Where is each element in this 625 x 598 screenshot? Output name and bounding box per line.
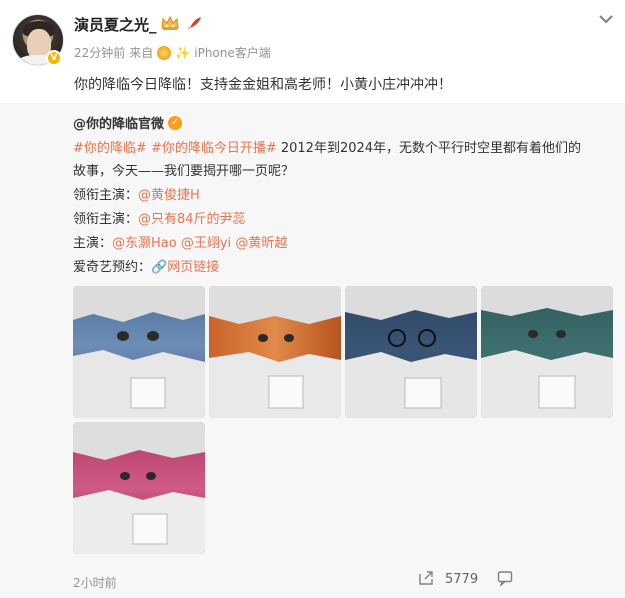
chevron-down-icon[interactable] <box>597 12 615 26</box>
share-count: 5779 <box>445 572 479 587</box>
cast-line: 主演：@东灏Hao @王翊yi @黄昕越 <box>73 232 287 251</box>
cast-label: 主演： <box>73 236 113 251</box>
paper-overlay <box>209 286 341 418</box>
repost-block[interactable]: @你的降临官微 ✓ #你的降临# #你的降临今日开播# 2012年到2024年，… <box>0 103 625 598</box>
mention-cast-1[interactable]: @东灏Hao <box>112 236 177 251</box>
paper-overlay <box>73 286 205 418</box>
iqiyi-line: 爱奇艺预约：🔗网页链接 <box>73 256 219 275</box>
crown-icon <box>161 15 179 30</box>
poster-image-3[interactable] <box>345 286 477 418</box>
poster-image-2[interactable] <box>209 286 341 418</box>
web-link[interactable]: 网页链接 <box>167 260 219 275</box>
repost-author-name[interactable]: @你的降临官微 <box>73 113 164 132</box>
verified-badge-icon: V <box>46 50 62 66</box>
mention-lead-2[interactable]: @只有84斤的尹蕊 <box>138 212 246 227</box>
comment-icon[interactable] <box>497 570 513 586</box>
paper-overlay <box>481 286 613 418</box>
post-time[interactable]: 22分钟前 <box>74 44 125 61</box>
verified-v-icon: ✓ <box>168 115 183 130</box>
mention-cast-3[interactable]: @黄昕越 <box>235 236 287 251</box>
poster-image-1[interactable] <box>73 286 205 418</box>
sparkle-icon: ✨ <box>175 45 191 60</box>
lead-actor-line-1: 领衔主演：@黄俊捷H <box>73 184 200 203</box>
repost-line-1: #你的降临# #你的降临今日开播# 2012年到2024年，无数个平行时空里都有… <box>73 137 581 156</box>
post-source: iPhone客户端 <box>194 46 271 60</box>
link-icon: 🔗 <box>151 260 168 275</box>
mention-cast-2[interactable]: @王翊yi <box>181 236 231 251</box>
repost-line-2: 故事，今天——我们要揭开哪一页呢？ <box>73 164 295 179</box>
username[interactable]: 演员夏之光_ <box>74 14 157 35</box>
iqiyi-label: 爱奇艺预约： <box>73 260 152 275</box>
source-prefix: 来自 <box>129 46 154 60</box>
post-meta: 22分钟前 来自 ✨ iPhone客户端 <box>74 44 271 61</box>
poster-image-4[interactable] <box>481 286 613 418</box>
repost-author: @你的降临官微 ✓ <box>73 113 183 132</box>
hashtag-2[interactable]: #你的降临今日开播# <box>151 141 277 156</box>
mention-lead-1[interactable]: @黄俊捷H <box>138 188 200 203</box>
lead-label-1: 领衔主演： <box>73 188 139 203</box>
lead-actor-line-2: 领衔主演：@只有84斤的尹蕊 <box>73 208 246 227</box>
hashtag-1[interactable]: #你的降临# <box>73 141 147 156</box>
poster-image-5[interactable] <box>73 422 205 554</box>
repost-line-1-text: 2012年到2024年，无数个平行时空里都有着他们的 <box>276 141 582 156</box>
source-badge-icon <box>157 45 172 60</box>
post-text: 你的降临今日降临！支持金金姐和高老师！小黄小庄冲冲冲！ <box>74 77 452 93</box>
share-icon[interactable] <box>418 570 434 586</box>
lead-label-2: 领衔主演： <box>73 212 139 227</box>
rocket-icon <box>188 17 201 30</box>
paper-overlay <box>345 286 477 418</box>
paper-overlay <box>73 422 205 554</box>
weibo-post-card: V 演员夏之光_ 22分钟前 来自 ✨ iPhone客户端 你的降临今日降临！支… <box>0 0 625 598</box>
repost-time[interactable]: 2小时前 <box>73 574 117 591</box>
